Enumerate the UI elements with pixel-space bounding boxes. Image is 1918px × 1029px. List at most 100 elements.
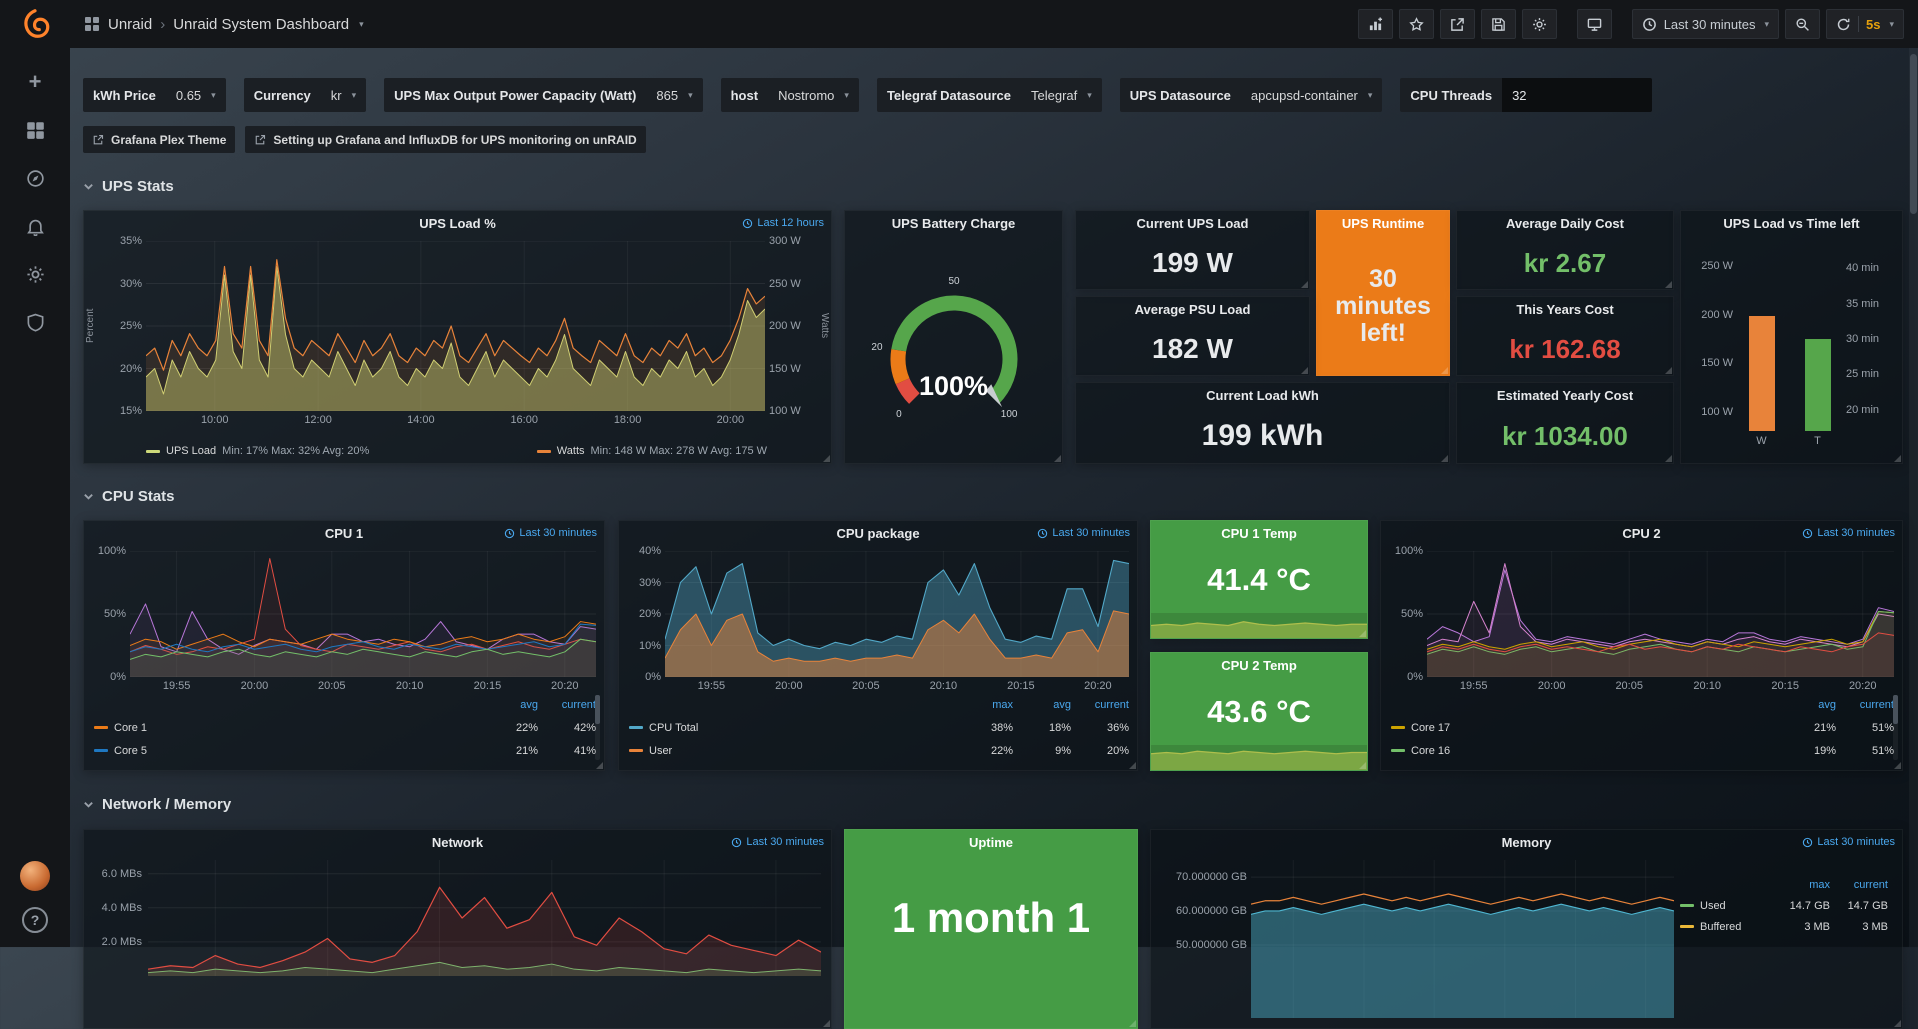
cpu2-chart[interactable] [1427,551,1894,677]
panel-title[interactable]: Estimated Yearly Cost [1457,383,1673,409]
cpu-package-chart[interactable] [665,551,1129,677]
gear-icon [1532,17,1547,32]
panel-title[interactable]: Memory [1151,830,1902,856]
ups-load-chart[interactable] [146,241,765,411]
legend-col-header[interactable]: current [1836,699,1894,711]
link-grafana-plex-theme[interactable]: Grafana Plex Theme [83,126,235,153]
panel-title[interactable]: UPS Load % [84,211,831,237]
legend-scrollbar[interactable] [1893,695,1898,760]
bar [1805,339,1831,431]
legend-series-name[interactable]: Used [1680,900,1772,912]
panel-uptime: Uptime 1 month 1 [844,829,1138,1029]
legend-row: Core 122%42% [94,716,596,739]
legend-scrollbar[interactable] [595,695,600,760]
zoom-out-button[interactable] [1785,9,1820,39]
legend-col-header[interactable]: max [955,699,1013,711]
panel-title[interactable]: Average Daily Cost [1457,211,1673,237]
legend-col-header[interactable]: current [538,699,596,711]
panel-title[interactable]: CPU 2 Temp [1151,653,1367,679]
sidebar-item-alerting[interactable] [13,206,57,246]
cpu-threads-input[interactable] [1502,78,1652,112]
scrollbar-thumb[interactable] [1910,54,1917,214]
add-panel-button[interactable] [1358,9,1393,39]
panel-time-range[interactable]: Last 30 minutes [1802,836,1895,848]
panel-time-range[interactable]: Last 30 minutes [1037,527,1130,539]
dashboard-title[interactable]: Unraid System Dashboard [173,16,349,33]
y-tick: 30 min [1846,333,1879,345]
variable-value-dropdown[interactable]: 0.65▾ [166,78,226,112]
settings-button[interactable] [1522,9,1557,39]
caret-down-icon[interactable]: ▾ [359,19,364,30]
y-axis-right: 40 min 35 min 30 min 25 min 20 min [1846,247,1898,431]
sidebar-item-dashboards[interactable] [13,110,57,150]
sidebar-item-server-admin[interactable] [13,302,57,342]
legend-value: 19% [1778,745,1836,757]
row-header-cpu-stats[interactable]: CPU Stats [83,488,175,505]
legend-col-header[interactable]: avg [480,699,538,711]
variable-value-dropdown[interactable]: Nostromo▾ [768,78,859,112]
legend-series-name[interactable]: Watts [557,445,585,457]
refresh-button[interactable]: 5s ▾ [1826,9,1904,39]
x-tick: 20:10 [396,680,424,692]
cpu1-chart[interactable] [130,551,596,677]
grafana-logo[interactable] [0,0,70,48]
legend-series-name[interactable]: Core 5 [94,745,480,757]
variable-value-dropdown[interactable]: kr▾ [321,78,366,112]
variable-value-dropdown[interactable]: apcupsd-container▾ [1241,78,1383,112]
legend-col-header[interactable]: avg [1778,699,1836,711]
panel-title[interactable]: CPU 1 Temp [1151,521,1367,547]
panel-time-range[interactable]: Last 12 hours [742,217,824,229]
panel-title[interactable]: Average PSU Load [1076,297,1309,323]
memory-chart[interactable] [1251,860,1674,1018]
panel-title[interactable]: Network [84,830,831,856]
panel-title[interactable]: This Years Cost [1457,297,1673,323]
series-label: Buffered [1700,921,1741,933]
breadcrumb-app[interactable]: Unraid [108,16,152,33]
row-header-ups-stats[interactable]: UPS Stats [83,178,174,195]
panel-time-range[interactable]: Last 30 minutes [504,527,597,539]
legend-series-name[interactable]: Core 17 [1391,722,1778,734]
legend-series-name[interactable]: CPU Total [629,722,955,734]
star-button[interactable] [1399,9,1434,39]
sidebar-item-explore[interactable] [13,158,57,198]
tv-mode-button[interactable] [1577,9,1612,39]
sidebar-item-configuration[interactable] [13,254,57,294]
y-tick: 200 W [1701,309,1733,321]
legend-col-header[interactable]: avg [1013,699,1071,711]
refresh-interval[interactable]: 5s [1866,17,1880,32]
variable-value-dropdown[interactable]: 865▾ [646,78,702,112]
legend-col-header[interactable]: max [1772,879,1830,891]
help-button[interactable]: ? [22,907,48,933]
time-range-label: Last 30 minutes [1052,527,1130,539]
y-tick: 40 min [1846,262,1879,274]
network-chart[interactable] [148,860,821,976]
panel-title[interactable]: Uptime [845,830,1137,856]
time-range-picker[interactable]: Last 30 minutes ▾ [1632,9,1779,39]
link-ups-monitoring-guide[interactable]: Setting up Grafana and InfluxDB for UPS … [245,126,645,153]
legend-series-stats: Min: 148 W Max: 278 W Avg: 175 W [591,445,767,457]
legend-series-name[interactable]: UPS Load [166,445,216,457]
legend-col-header[interactable]: current [1071,699,1129,711]
panel-time-range[interactable]: Last 30 minutes [731,836,824,848]
user-avatar[interactable] [20,861,50,891]
share-button[interactable] [1440,9,1475,39]
y-axis-left: 100% 50% 0% [1383,551,1423,677]
grid-icon[interactable] [84,16,100,32]
sidebar-item-create[interactable]: + [13,62,57,102]
legend-series-name[interactable]: Core 16 [1391,745,1778,757]
variable-value-dropdown[interactable]: Telegraf▾ [1021,78,1102,112]
network-plot [148,860,821,976]
panel-title[interactable]: UPS Runtime [1317,211,1449,237]
variable-ups-datasource: UPS Datasource apcupsd-container▾ [1120,78,1383,112]
legend-series-name[interactable]: Core 1 [94,722,480,734]
panel-title[interactable]: Current UPS Load [1076,211,1309,237]
row-header-network-memory[interactable]: Network / Memory [83,796,231,813]
panel-time-range[interactable]: Last 30 minutes [1802,527,1895,539]
panel-title[interactable]: Current Load kWh [1076,383,1449,409]
legend-series-name[interactable]: User [629,745,955,757]
legend-series-name[interactable]: Buffered [1680,921,1772,933]
save-button[interactable] [1481,9,1516,39]
legend-col-header[interactable]: current [1830,879,1888,891]
panel-title[interactable]: UPS Load vs Time left [1681,211,1902,237]
panel-title[interactable]: UPS Battery Charge [845,211,1062,237]
